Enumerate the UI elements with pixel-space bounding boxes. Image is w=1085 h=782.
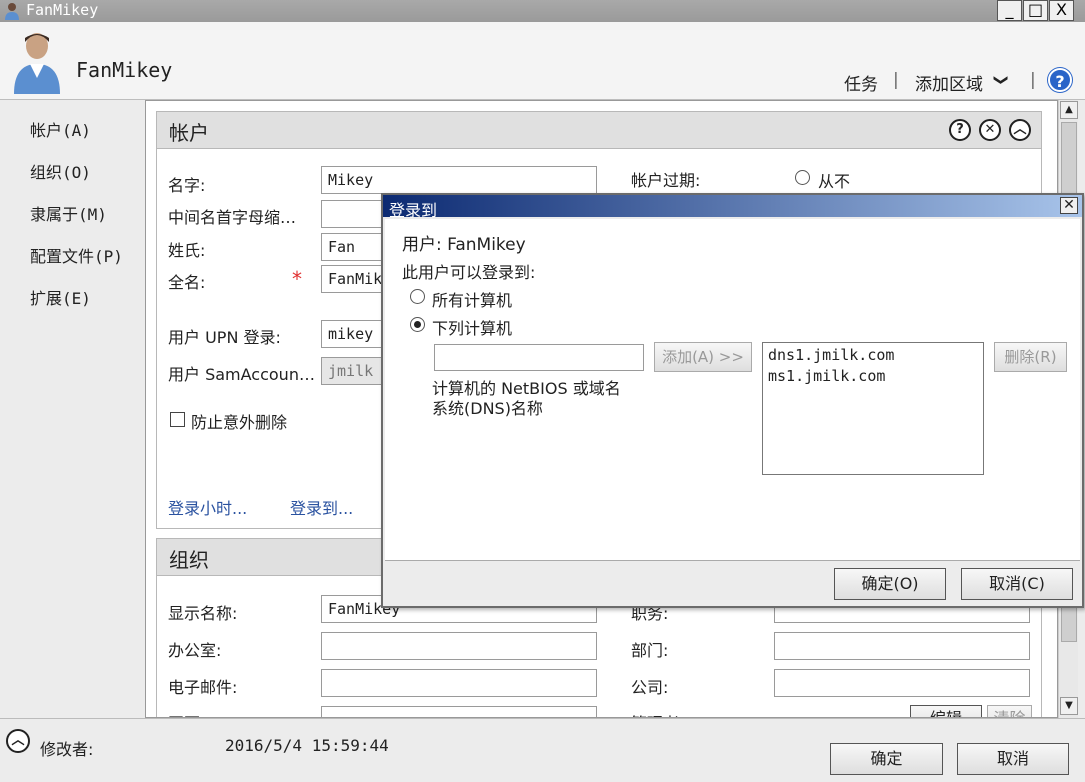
nav-item-account[interactable]: 帐户(A) <box>30 117 91 141</box>
maximize-button[interactable]: □ <box>1023 0 1048 21</box>
computer-name-input[interactable] <box>434 344 644 371</box>
email-field[interactable] <box>321 669 597 697</box>
first-name-label: 名字: <box>168 176 206 195</box>
chevron-down-icon[interactable]: ❯ <box>993 74 1009 86</box>
nav-item-profile[interactable]: 配置文件(P) <box>30 243 123 267</box>
window-titlebar[interactable]: FanMikey _ □ X <box>0 0 1085 22</box>
dialog-title: 登录到 <box>389 201 438 220</box>
user-name-heading: FanMikey <box>76 58 173 82</box>
collapse-circle-icon[interactable]: ︿ <box>1009 119 1031 141</box>
company-label: 公司: <box>631 678 669 697</box>
dialog-user-line: 用户: FanMikey <box>402 235 526 255</box>
user-avatar-icon <box>14 33 60 94</box>
protect-deletion-label: 防止意外删除 <box>191 413 288 432</box>
all-computers-label: 所有计算机 <box>432 291 513 310</box>
logon-to-dialog: 登录到 ✕ 用户: FanMikey 此用户可以登录到: 所有计算机 下列计算机… <box>381 193 1084 608</box>
account-section-title: 帐户 <box>169 121 209 145</box>
logon-to-link[interactable]: 登录到... <box>290 495 353 519</box>
manager-label: 管理者: <box>631 710 684 717</box>
cancel-button[interactable]: 取消 <box>957 743 1069 775</box>
office-label: 办公室: <box>168 641 222 660</box>
display-name-label: 显示名称: <box>168 604 238 623</box>
window-title: FanMikey <box>26 1 99 19</box>
all-computers-radio[interactable] <box>410 289 425 304</box>
close-circle-icon[interactable]: ✕ <box>979 119 1001 141</box>
nav-item-member-of[interactable]: 隶属于(M) <box>30 201 107 225</box>
following-computers-radio[interactable] <box>410 317 425 332</box>
header: FanMikey 任务 | 添加区域 ❯ | ? <box>0 22 1085 100</box>
account-expiry-label: 帐户过期: <box>631 171 701 190</box>
close-button[interactable]: X <box>1049 0 1074 21</box>
manager-clear-button[interactable]: 清除 <box>987 705 1032 717</box>
upn-label: 用户 UPN 登录: <box>168 328 281 347</box>
computer-list[interactable]: dns1.jmilk.com ms1.jmilk.com <box>762 342 984 475</box>
modified-by-label: 修改者: <box>40 740 94 759</box>
protect-deletion-checkbox[interactable] <box>170 412 185 427</box>
list-item[interactable]: ms1.jmilk.com <box>768 366 978 387</box>
user-icon <box>5 3 19 20</box>
dialog-cancel-button[interactable]: 取消(C) <box>961 568 1073 600</box>
required-mark-icon: * <box>292 267 302 291</box>
web-page-field[interactable] <box>321 706 597 717</box>
header-separator: | <box>893 70 899 90</box>
organization-section-title: 组织 <box>169 548 209 572</box>
following-computers-label: 下列计算机 <box>432 319 513 338</box>
dialog-body: 用户: FanMikey 此用户可以登录到: 所有计算机 下列计算机 添加(A)… <box>385 219 1080 561</box>
full-name-label: 全名: <box>168 273 206 292</box>
account-section-header: 帐户 ? ✕ ︿ <box>156 111 1042 149</box>
expiry-never-label: 从不 <box>818 172 851 191</box>
list-item[interactable]: dns1.jmilk.com <box>768 345 978 366</box>
help-circle-icon[interactable]: ? <box>949 119 971 141</box>
nav-item-extensions[interactable]: 扩展(E) <box>30 285 91 309</box>
dialog-titlebar[interactable]: 登录到 ✕ <box>383 195 1082 220</box>
add-area-link[interactable]: 添加区域 <box>915 70 983 95</box>
dialog-ok-button[interactable]: 确定(O) <box>834 568 946 600</box>
company-field[interactable] <box>774 669 1030 697</box>
modified-time: 2016/5/4 15:59:44 <box>225 736 389 755</box>
add-computer-button[interactable]: 添加(A) >> <box>654 342 752 372</box>
email-label: 电子邮件: <box>168 678 238 697</box>
remove-computer-button[interactable]: 删除(R) <box>994 342 1067 372</box>
scroll-up-arrow-icon[interactable]: ▲ <box>1060 101 1078 119</box>
logon-hours-link[interactable]: 登录小时... <box>168 495 247 519</box>
department-field[interactable] <box>774 632 1030 660</box>
first-name-field[interactable]: Mikey <box>321 166 597 194</box>
initials-label: 中间名首字母缩… <box>168 208 297 227</box>
last-name-label: 姓氏: <box>168 241 206 260</box>
dialog-close-icon[interactable]: ✕ <box>1060 197 1078 214</box>
can-logon-to-label: 此用户可以登录到: <box>402 263 536 282</box>
manager-edit-button[interactable]: 编辑 <box>910 705 982 717</box>
office-field[interactable] <box>321 632 597 660</box>
web-page-label: 网页: <box>168 710 205 717</box>
footer: ︿ 修改者: 2016/5/4 15:59:44 确定 取消 <box>0 718 1085 782</box>
sam-account-label: 用户 SamAccoun… <box>168 365 315 384</box>
scroll-down-arrow-icon[interactable]: ▼ <box>1060 697 1078 715</box>
department-label: 部门: <box>631 641 669 660</box>
expiry-never-radio[interactable] <box>795 170 810 185</box>
expand-up-icon[interactable]: ︿ <box>6 729 30 753</box>
minimize-button[interactable]: _ <box>997 0 1022 21</box>
tasks-link[interactable]: 任务 <box>844 70 878 95</box>
computer-name-hint-2: 系统(DNS)名称 <box>432 399 543 418</box>
help-icon[interactable]: ? <box>1048 68 1072 92</box>
nav-item-organization[interactable]: 组织(O) <box>30 159 91 183</box>
ok-button[interactable]: 确定 <box>830 743 943 775</box>
header-separator-2: | <box>1030 70 1036 90</box>
